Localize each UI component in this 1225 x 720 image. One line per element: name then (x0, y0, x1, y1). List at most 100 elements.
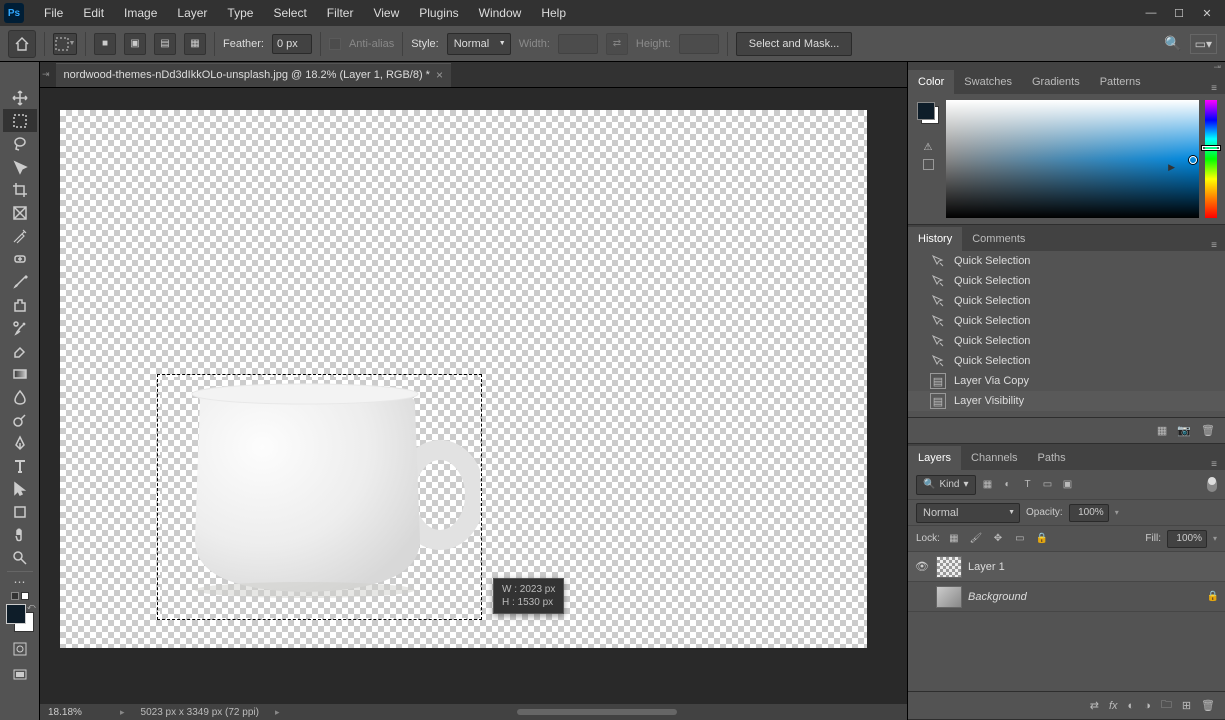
menu-file[interactable]: File (34, 2, 73, 24)
fill-dropdown-icon[interactable]: ▾ (1213, 534, 1217, 543)
menu-edit[interactable]: Edit (73, 2, 114, 24)
path-select-tool[interactable] (3, 477, 37, 500)
subtract-selection-icon[interactable]: ▤ (154, 33, 176, 55)
lock-transparent-icon[interactable]: ▦ (946, 531, 962, 547)
opacity-input[interactable] (1069, 504, 1109, 522)
shape-tool[interactable] (3, 500, 37, 523)
web-safe-icon[interactable] (923, 159, 934, 170)
delete-state-icon[interactable]: 🗑 (1201, 424, 1215, 437)
layer-name-label[interactable]: Background (968, 591, 1027, 603)
tab-paths[interactable]: Paths (1028, 446, 1076, 470)
spectrum-cursor[interactable] (1189, 156, 1197, 164)
history-item[interactable]: ▤Layer Visibility (908, 391, 1225, 411)
lock-all-icon[interactable]: 🔒 (1034, 531, 1050, 547)
history-item[interactable]: Quick Selection (908, 351, 1225, 371)
menu-view[interactable]: View (363, 2, 409, 24)
menu-help[interactable]: Help (531, 2, 576, 24)
group-icon[interactable]: 🗀 (1161, 696, 1172, 715)
quick-mask-icon[interactable] (9, 638, 31, 660)
link-layers-icon[interactable]: ⇄ (1090, 699, 1099, 712)
lock-position-icon[interactable]: ✥ (990, 531, 1006, 547)
layer-visibility-icon[interactable] (914, 589, 930, 605)
search-icon[interactable]: 🔍 (1164, 35, 1181, 52)
history-item[interactable]: Quick Selection (908, 331, 1225, 351)
menu-filter[interactable]: Filter (317, 2, 364, 24)
type-tool[interactable] (3, 454, 37, 477)
add-selection-icon[interactable]: ▣ (124, 33, 146, 55)
edit-toolbar-icon[interactable]: ⋯ (3, 574, 37, 590)
layer-style-icon[interactable]: fx (1109, 700, 1118, 712)
create-document-from-state-icon[interactable]: ▦ (1157, 424, 1167, 437)
filter-shape-icon[interactable]: ▭ (1040, 477, 1056, 493)
history-item[interactable]: Quick Selection (908, 251, 1225, 271)
canvas-area[interactable]: W : 2023 px H : 1530 px (40, 88, 907, 704)
maximize-button[interactable]: ☐ (1165, 3, 1193, 23)
menu-type[interactable]: Type (217, 2, 263, 24)
status-arrow-icon[interactable]: ▸ (275, 707, 280, 718)
tab-close-icon[interactable]: × (436, 68, 443, 82)
menu-image[interactable]: Image (114, 2, 167, 24)
history-brush-tool[interactable] (3, 316, 37, 339)
layer-thumbnail[interactable] (936, 586, 962, 608)
style-select[interactable]: Normal (447, 33, 511, 55)
intersect-selection-icon[interactable]: ▦ (184, 33, 206, 55)
lock-pixels-icon[interactable]: 🖌 (968, 531, 984, 547)
layer-name-label[interactable]: Layer 1 (968, 561, 1005, 573)
menu-window[interactable]: Window (469, 2, 532, 24)
horizontal-scrollbar[interactable] (295, 709, 899, 715)
panel-menu-icon[interactable]: ≡ (1203, 240, 1225, 251)
color-spectrum[interactable]: ▶ (946, 100, 1199, 218)
lock-artboard-icon[interactable]: ▭ (1012, 531, 1028, 547)
eyedropper-tool[interactable] (3, 224, 37, 247)
layer-thumbnail[interactable] (936, 556, 962, 578)
select-and-mask-button[interactable]: Select and Mask... (736, 32, 853, 56)
menu-layer[interactable]: Layer (167, 2, 217, 24)
snapshot-icon[interactable]: 📷 (1177, 424, 1191, 437)
filter-adjust-icon[interactable]: ◐ (1000, 477, 1016, 493)
menu-select[interactable]: Select (263, 2, 316, 24)
tab-color[interactable]: Color (908, 70, 954, 94)
status-arrow-icon[interactable]: ▸ (120, 707, 125, 718)
menu-plugins[interactable]: Plugins (409, 2, 468, 24)
history-item[interactable]: Quick Selection (908, 291, 1225, 311)
tab-comments[interactable]: Comments (962, 227, 1035, 251)
opacity-dropdown-icon[interactable]: ▾ (1115, 508, 1119, 517)
hue-cursor[interactable] (1202, 146, 1220, 150)
history-item[interactable]: Quick Selection (908, 271, 1225, 291)
filter-pixel-icon[interactable]: ▦ (980, 477, 996, 493)
marquee-tool-preset[interactable]: ▼ (53, 33, 77, 55)
crop-tool[interactable] (3, 178, 37, 201)
filter-toggle[interactable] (1207, 478, 1217, 492)
hand-tool[interactable] (3, 523, 37, 546)
zoom-tool[interactable] (3, 546, 37, 569)
history-item[interactable]: ▤Layer Via Copy (908, 371, 1225, 391)
color-panel-fg[interactable] (917, 102, 935, 120)
color-swatches[interactable]: ⤺ (6, 604, 34, 632)
screen-mode-icon[interactable] (9, 664, 31, 686)
panel-menu-icon[interactable]: ≡ (1203, 459, 1225, 470)
gamut-warning-icon[interactable]: ⚠ (924, 142, 933, 153)
color-panel-swatches[interactable] (917, 102, 939, 124)
new-selection-icon[interactable]: ■ (94, 33, 116, 55)
panel-menu-icon[interactable]: ≡ (1203, 83, 1225, 94)
workspace-switcher-icon[interactable]: ▭▾ (1190, 34, 1217, 54)
gradient-tool[interactable] (3, 362, 37, 385)
heal-tool[interactable] (3, 247, 37, 270)
frame-tool[interactable] (3, 201, 37, 224)
lasso-tool[interactable] (3, 132, 37, 155)
delete-layer-icon[interactable]: 🗑 (1201, 699, 1215, 712)
fill-input[interactable] (1167, 530, 1207, 548)
tab-layers[interactable]: Layers (908, 446, 961, 470)
quick-select-tool[interactable] (3, 155, 37, 178)
tab-history[interactable]: History (908, 227, 962, 251)
home-button[interactable] (8, 30, 36, 58)
new-layer-icon[interactable]: ⊞ (1182, 699, 1191, 712)
move-tool[interactable] (3, 86, 37, 109)
adjustment-layer-icon[interactable]: ◑ (1144, 700, 1151, 712)
foreground-color[interactable] (6, 604, 26, 624)
blend-mode-select[interactable]: Normal (916, 503, 1020, 523)
hue-slider[interactable] (1205, 100, 1217, 218)
tab-channels[interactable]: Channels (961, 446, 1027, 470)
close-button[interactable]: ✕ (1193, 3, 1221, 23)
tab-gradients[interactable]: Gradients (1022, 70, 1090, 94)
